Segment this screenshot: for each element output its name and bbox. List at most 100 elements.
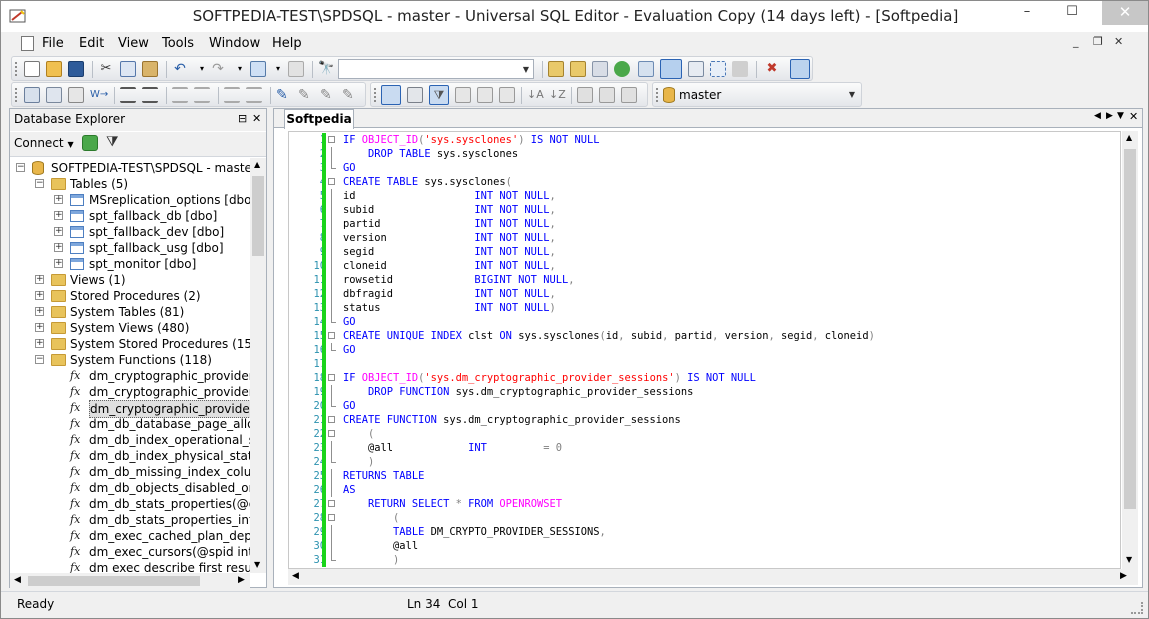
decrease-indent-icon[interactable]: [246, 87, 262, 103]
window-layout-icon[interactable]: [790, 59, 810, 79]
redo-icon[interactable]: ↷: [210, 61, 226, 77]
tree-node[interactable]: + Views (1): [10, 272, 250, 288]
fold-toggle-icon[interactable]: [328, 500, 335, 507]
pin-icon[interactable]: ⊟: [238, 112, 247, 125]
bookmark-list-icon[interactable]: [46, 87, 62, 103]
menu-file[interactable]: File: [42, 36, 64, 51]
collapse-icon[interactable]: −: [35, 355, 44, 364]
fold-toggle-icon[interactable]: [328, 332, 335, 339]
tree-node[interactable]: fx dm_cryptographic_provider_al: [10, 368, 250, 384]
tree-node[interactable]: − System Functions (118): [10, 352, 250, 368]
expand-icon[interactable]: +: [54, 243, 63, 252]
tree-node[interactable]: + Stored Procedures (2): [10, 288, 250, 304]
tree-node[interactable]: fx dm_db_missing_index_columr: [10, 464, 250, 480]
copy-icon[interactable]: [120, 61, 136, 77]
increase-indent-icon[interactable]: [224, 87, 240, 103]
tab-close-icon[interactable]: ✕: [1129, 110, 1138, 123]
menu-edit[interactable]: Edit: [79, 36, 104, 51]
text-results-icon[interactable]: [381, 85, 401, 105]
outline-icon[interactable]: [24, 87, 40, 103]
expand-icon[interactable]: +: [54, 195, 63, 204]
format-icon[interactable]: [638, 61, 654, 77]
expand-icon[interactable]: +: [35, 307, 44, 316]
word-wrap-icon[interactable]: W→: [90, 87, 108, 103]
tree-node[interactable]: fxdm_cryptographic_provider_se: [10, 400, 250, 418]
fold-toggle-icon[interactable]: [328, 416, 335, 423]
align-icon[interactable]: [172, 87, 188, 103]
last-record-icon[interactable]: [599, 87, 615, 103]
fold-toggle-icon[interactable]: [328, 514, 335, 521]
menu-view[interactable]: View: [118, 36, 149, 51]
tree-node[interactable]: + System Views (480): [10, 320, 250, 336]
close-button[interactable]: ✕: [1102, 1, 1148, 25]
expand-icon[interactable]: +: [35, 291, 44, 300]
pencil-prev-icon[interactable]: ✎: [320, 87, 336, 103]
tree-node[interactable]: fx dm_exec_cached_plan_depenc: [10, 528, 250, 544]
select-icon[interactable]: [710, 61, 726, 77]
sort-descending-icon[interactable]: ↓Z: [549, 87, 566, 103]
object-icon[interactable]: [548, 61, 564, 77]
execute-script-icon[interactable]: [250, 61, 266, 77]
tree-node[interactable]: + spt_monitor [dbo]: [10, 256, 250, 272]
paste-icon[interactable]: [142, 61, 158, 77]
tree-node[interactable]: fx dm_db_objects_disabled_on_c: [10, 480, 250, 496]
fold-toggle-icon[interactable]: [328, 374, 335, 381]
menu-window[interactable]: Window: [209, 36, 260, 51]
expand-icon[interactable]: +: [54, 211, 63, 220]
pencil-icon[interactable]: ✎: [276, 87, 292, 103]
fold-toggle-icon[interactable]: [328, 430, 335, 437]
tree-node[interactable]: + System Stored Procedures (1550): [10, 336, 250, 352]
tree-node[interactable]: + spt_fallback_dev [dbo]: [10, 224, 250, 240]
filter-icon[interactable]: ⧩: [106, 134, 119, 150]
tree-node[interactable]: − Tables (5): [10, 176, 250, 192]
undo-dropdown-icon[interactable]: ▾: [194, 61, 210, 77]
collapse-icon[interactable]: −: [16, 163, 25, 172]
tree-node[interactable]: fx dm_cryptographic_provider_ke: [10, 384, 250, 400]
find-icon[interactable]: 🔭: [318, 61, 334, 77]
sql-code-editor[interactable]: 1IF OBJECT_ID('sys.sysclones') IS NOT NU…: [288, 131, 1121, 569]
filter-icon[interactable]: ⧩: [429, 85, 449, 105]
editor-vertical-scrollbar[interactable]: ▲ ▼: [1122, 131, 1138, 569]
sql-check-icon[interactable]: [688, 61, 704, 77]
refresh-icon[interactable]: [614, 61, 630, 77]
print-icon[interactable]: [288, 61, 304, 77]
record-view-icon[interactable]: [477, 87, 493, 103]
expand-icon[interactable]: +: [54, 227, 63, 236]
tree-vertical-scrollbar[interactable]: ▲ ▼: [250, 158, 266, 573]
undo-icon[interactable]: ↶: [172, 61, 188, 77]
tree-node[interactable]: + MSreplication_options [dbo]: [10, 192, 250, 208]
mdi-minimize-button[interactable]: _: [1073, 35, 1079, 48]
connect-button[interactable]: Connect ▼: [14, 136, 74, 150]
tab-scroll-right-icon[interactable]: ▶: [1106, 111, 1113, 121]
tab-softpedia[interactable]: Softpedia: [284, 109, 354, 129]
first-record-icon[interactable]: [577, 87, 593, 103]
database-selector[interactable]: master ▼: [679, 85, 859, 105]
tree-node[interactable]: fx dm_db_database_page_allocat: [10, 416, 250, 432]
resize-grip-icon[interactable]: [1131, 602, 1143, 614]
uncomment-icon[interactable]: [194, 87, 210, 103]
outdent-icon[interactable]: [142, 87, 158, 103]
minimize-button[interactable]: –: [1011, 1, 1043, 25]
tree-node[interactable]: fx dm_db_stats_properties(@obje: [10, 496, 250, 512]
mdi-close-button[interactable]: ✕: [1114, 35, 1123, 48]
grid-results-icon[interactable]: [407, 87, 423, 103]
properties-icon[interactable]: [570, 61, 586, 77]
expand-icon[interactable]: +: [35, 323, 44, 332]
find-combo[interactable]: ▼: [338, 59, 534, 79]
open-folder-icon[interactable]: [46, 61, 62, 77]
editor-horizontal-scrollbar[interactable]: ◀ ▶: [288, 569, 1138, 585]
bookmark-icon[interactable]: [68, 87, 84, 103]
fold-toggle-icon[interactable]: [328, 136, 335, 143]
sort-ascending-icon[interactable]: ↓A: [527, 87, 544, 103]
table-view-icon[interactable]: [455, 87, 471, 103]
maximize-button[interactable]: ☐: [1056, 1, 1088, 25]
disconnect-icon[interactable]: ✖: [764, 61, 780, 77]
redo-dropdown-icon[interactable]: ▾: [232, 61, 248, 77]
export-icon[interactable]: [499, 87, 515, 103]
execute-dropdown-icon[interactable]: ▾: [270, 61, 286, 77]
tree-node[interactable]: + System Tables (81): [10, 304, 250, 320]
menu-help[interactable]: Help: [272, 36, 302, 51]
stop-icon[interactable]: [732, 61, 748, 77]
grid-icon[interactable]: [592, 61, 608, 77]
toolbar-grip[interactable]: [15, 62, 18, 76]
